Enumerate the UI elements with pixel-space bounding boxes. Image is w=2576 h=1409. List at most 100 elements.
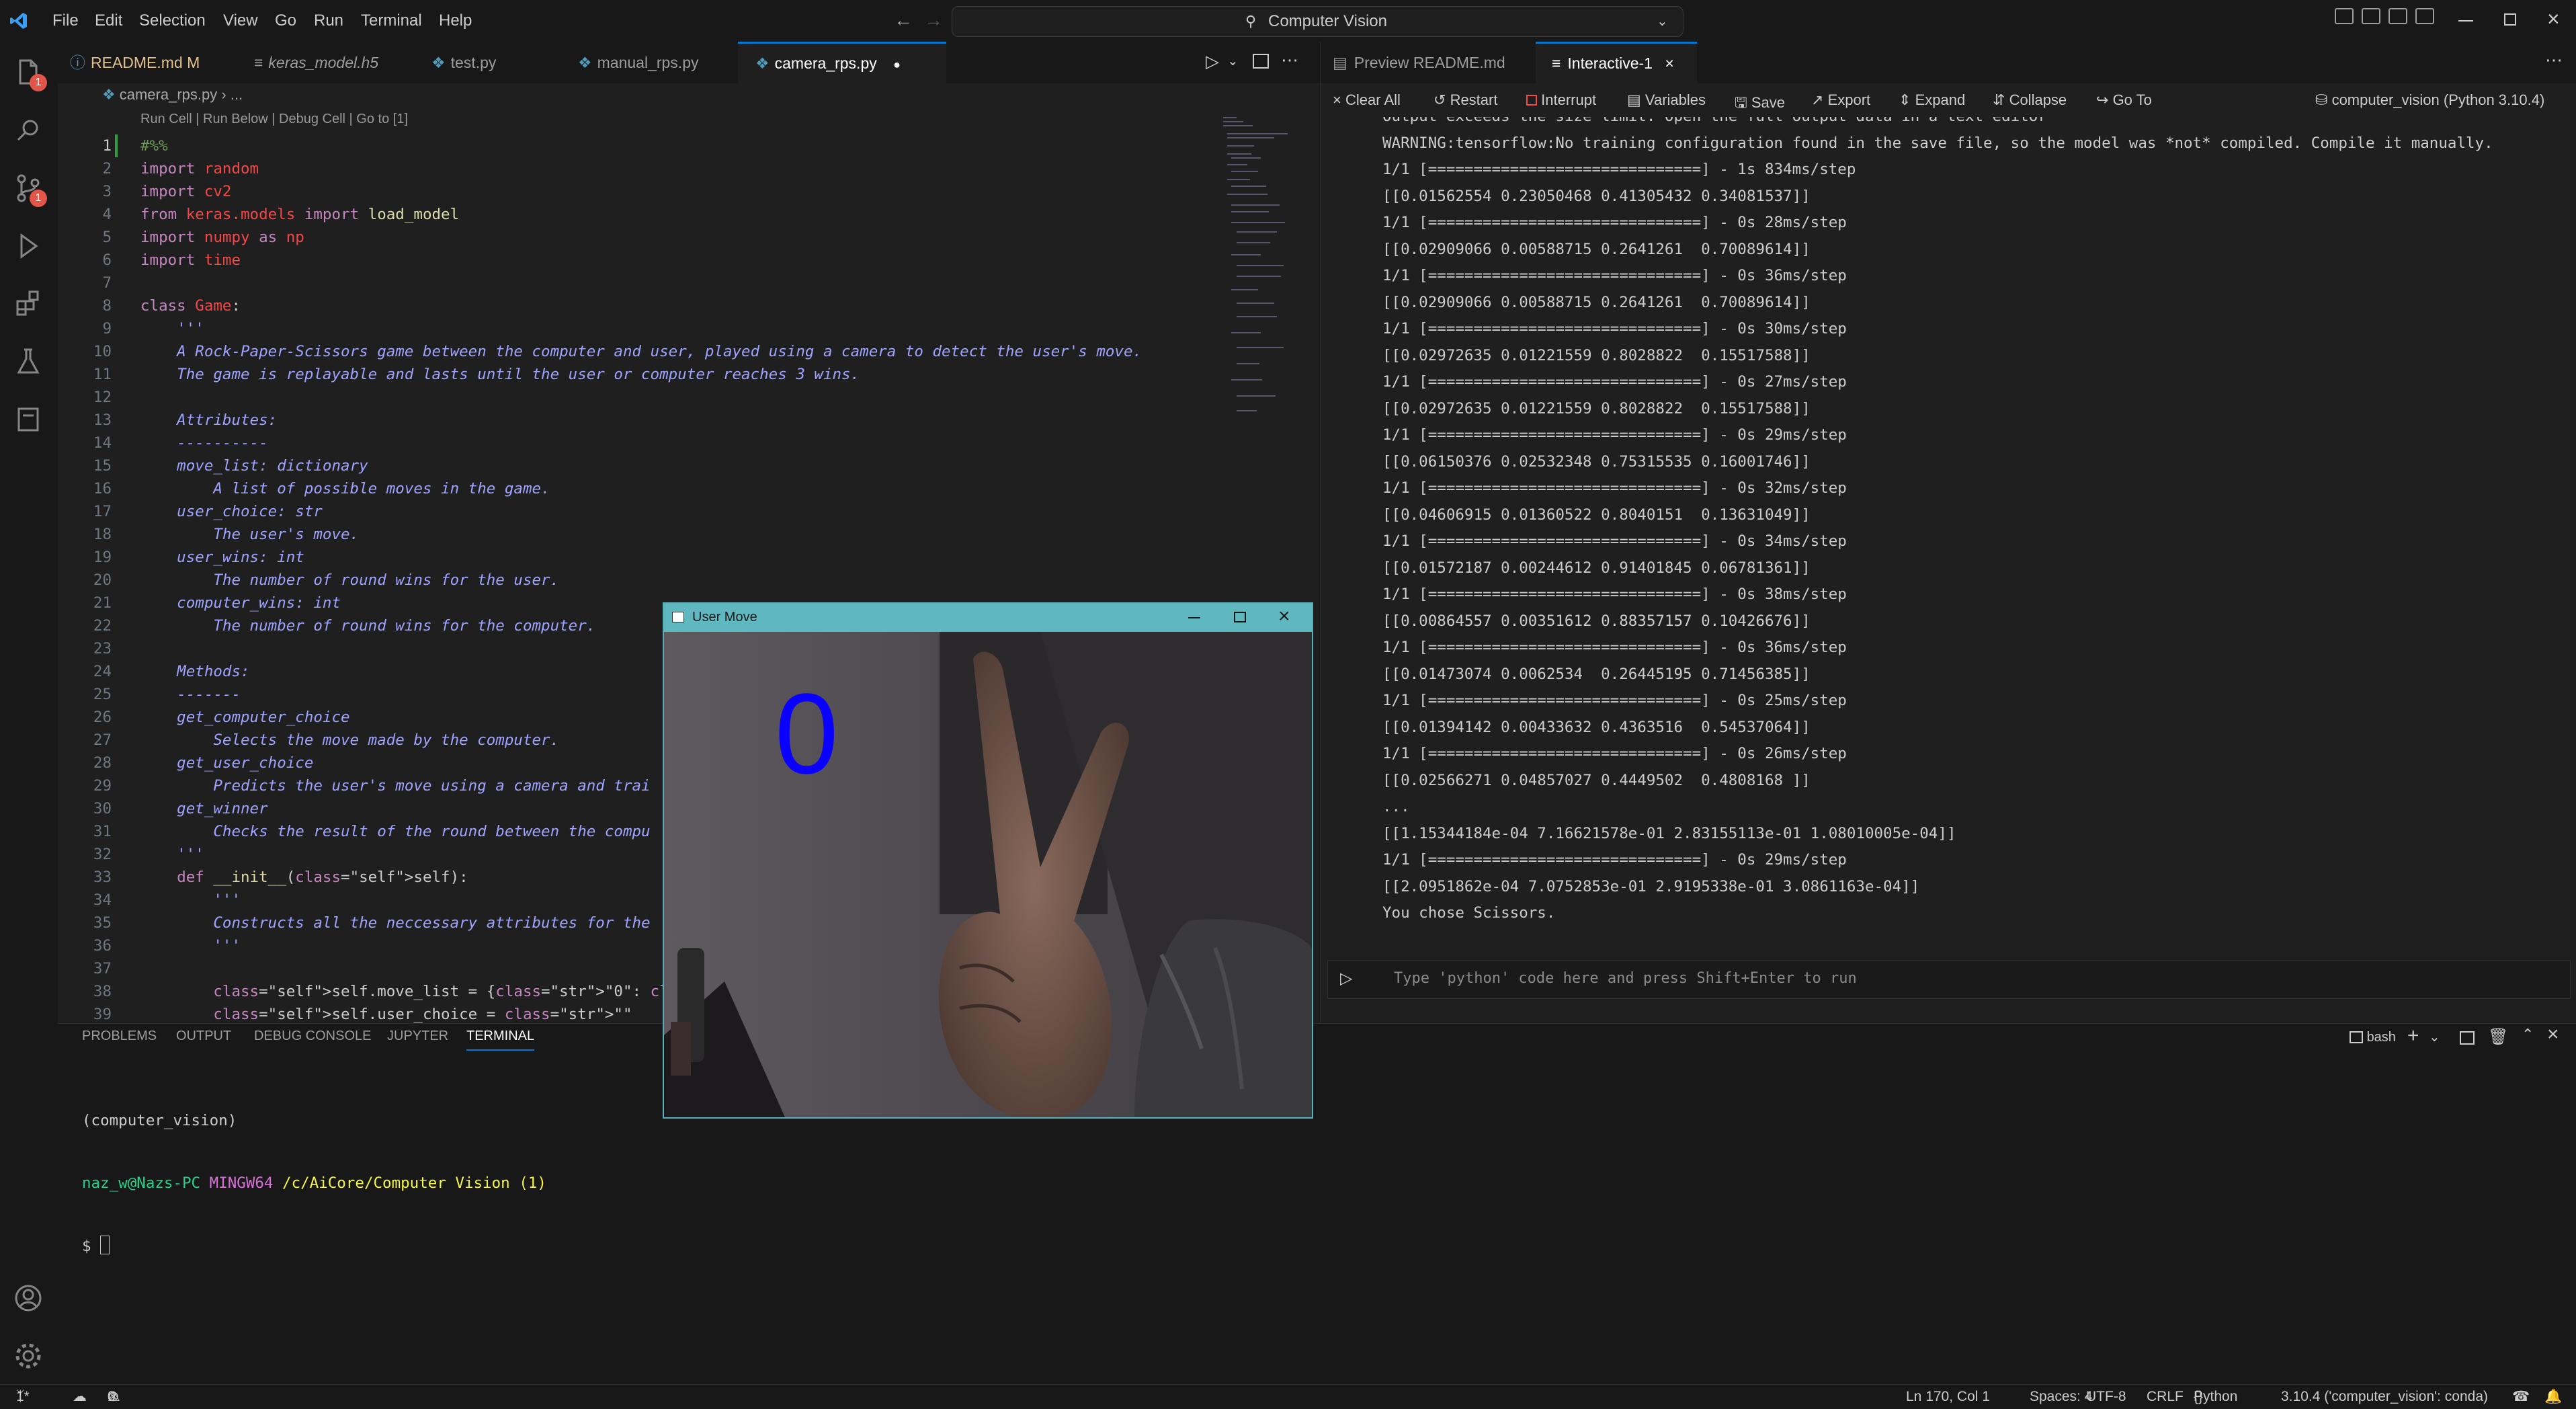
forward-arrow-icon[interactable]: → [924,9,943,31]
export-label: Export [1827,91,1871,108]
menu-run[interactable]: Run [314,0,343,42]
run-debug-icon[interactable] [12,230,44,262]
explorer-icon[interactable]: 1 [12,56,47,91]
codelens[interactable]: Run Cell | Run Below | Debug Cell | Go t… [140,112,408,127]
close-icon[interactable]: × [1278,605,1290,628]
status-bar: ᛉ 1* ☁ ⊗ 0 ⚠ 0 Ln 170, Col 1 Spaces: 4 U… [0,1384,2576,1409]
menu-view[interactable]: View [223,0,258,42]
toggle-primary-sidebar-icon[interactable] [2335,8,2354,24]
end-of-line[interactable]: CRLF [2147,1385,2184,1409]
customize-layout-icon[interactable] [2415,8,2434,24]
menu-terminal[interactable]: Terminal [361,0,422,42]
tab-test-label: test.py [450,54,497,71]
tab-keras-model[interactable]: ≡ keras_model.h5 [254,42,456,83]
output-size-warning[interactable]: Output exceeds the size limit. Open the … [1382,117,2047,125]
line-number: 24 [93,663,112,680]
breadcrumb-file[interactable]: camera_rps.py [120,86,218,103]
source-control-icon[interactable]: 1 [12,172,47,207]
line-number: 4 [102,206,112,223]
unsaved-dot-icon[interactable]: ● [893,58,901,71]
code-text: The game is replayable and lasts until t… [140,366,860,383]
go-to-button[interactable]: ↪ Go To [2096,91,2152,109]
tab-interactive-1[interactable]: ≡ Interactive-1 × [1536,42,1697,83]
close-panel-icon[interactable]: × [2547,1023,2559,1046]
camera-window[interactable]: User Move × 0 [663,602,1313,1119]
expand-button[interactable]: ⇕ Expand [1899,91,1965,109]
run-file-icon[interactable]: ▷ [1206,51,1219,72]
tab-preview-readme[interactable]: ▤ Preview README.md [1333,42,1534,83]
menu-edit[interactable]: Edit [95,0,122,42]
cursor-position[interactable]: Ln 170, Col 1 [1906,1385,1990,1409]
variables-button[interactable]: ▤ Variables [1627,91,1706,109]
close-tab-icon[interactable]: × [1665,54,1673,72]
search-icon[interactable] [12,114,44,147]
more-actions-icon[interactable]: ⋯ [2545,50,2563,71]
back-arrow-icon[interactable]: ← [894,9,913,31]
kernel-picker[interactable]: ⛁ computer_vision (Python 3.10.4) [2315,91,2544,109]
command-center[interactable]: ⚲ Computer Vision ⌄ [952,6,1684,37]
export-button[interactable]: ↗ Export [1811,91,1870,109]
terminal-shell-button[interactable]: bash [2350,1030,2396,1045]
minimize-icon[interactable] [1188,617,1200,618]
tab-debug-console[interactable]: DEBUG CONSOLE [254,1029,371,1044]
extensions-icon[interactable] [12,288,44,320]
kernel-label: computer_vision (Python 3.10.4) [2331,91,2545,108]
tab-readme[interactable]: ⓘ README.md M [70,42,272,83]
tab-manual-rps[interactable]: ❖ manual_rps.py [578,42,759,83]
tab-camera-rps[interactable]: ❖ camera_rps.py ● [738,42,946,83]
breadcrumb-separator: › [221,86,226,103]
maximize-panel-icon[interactable]: ⌃ [2522,1026,2534,1043]
menu-help[interactable]: Help [439,0,472,42]
more-actions-icon[interactable]: ⋯ [1281,50,1298,71]
feedback-icon[interactable]: ☎ [2512,1385,2530,1409]
interpreter[interactable]: 3.10.4 ('computer_vision': conda) [2281,1385,2488,1409]
menu-file[interactable]: File [52,0,79,42]
kill-terminal-trash-icon[interactable]: 🗑 [2488,1027,2508,1047]
terminal-dropdown-chevron-icon[interactable]: ⌄ [2429,1029,2440,1045]
split-editor-icon[interactable] [1253,54,1269,69]
new-terminal-icon[interactable]: + [2407,1024,2419,1047]
output-line: [[0.01562554 0.23050468 0.41305432 0.340… [1382,187,1811,205]
code-text: A list of possible moves in the game. [140,480,550,497]
run-dropdown-chevron-icon[interactable]: ⌄ [1227,52,1239,69]
breadcrumb-more[interactable]: ... [231,86,243,103]
chevron-down-icon[interactable]: ⌄ [1657,7,1668,36]
clear-all-button[interactable]: × Clear All [1333,91,1401,109]
run-cell-icon[interactable]: ▷ [1340,969,1352,988]
terminal-output[interactable]: (computer_vision) naz_w@Nazs-PC MINGW64 … [82,1069,546,1278]
output-line: [[0.01473074 0.0062534 0.26445195 0.7145… [1382,665,1811,683]
line-number: 17 [93,503,112,520]
indentation[interactable]: Spaces: 4 [2030,1385,2092,1409]
close-icon[interactable]: × [2547,7,2560,32]
restart-button[interactable]: ↺ Restart [1434,91,1497,109]
warnings-count: 0 [108,1389,116,1404]
tab-output[interactable]: OUTPUT [176,1029,231,1044]
notifications-bell-icon[interactable]: 🔔 [2544,1385,2562,1409]
file-lines-icon: ≡ [254,54,263,71]
cell-input[interactable]: ▷ Type 'python' code here and press Shif… [1327,960,2571,999]
account-icon[interactable] [12,1282,44,1314]
tab-test-py[interactable]: ❖ test.py [431,42,579,83]
save-button[interactable]: 🖫 Save [1735,91,1785,117]
menu-go[interactable]: Go [275,0,296,42]
maximize-icon[interactable] [1234,612,1246,622]
tab-problems[interactable]: PROBLEMS [82,1029,157,1044]
collapse-button[interactable]: ⇵ Collapse [1993,91,2067,109]
jupyter-icon[interactable] [12,403,44,436]
tab-terminal[interactable]: TERMINAL [466,1029,535,1051]
settings-gear-icon[interactable] [12,1340,44,1372]
restore-icon[interactable] [2504,13,2516,26]
testing-icon[interactable] [12,346,44,378]
tab-camera-label: camera_rps.py [774,54,877,72]
menu-selection[interactable]: Selection [139,0,206,42]
tab-jupyter[interactable]: JUPYTER [387,1029,448,1044]
camera-window-titlebar[interactable]: User Move × [664,604,1312,632]
minimize-icon[interactable] [2458,20,2473,22]
minimap[interactable] [1223,110,1297,426]
encoding[interactable]: UTF-8 [2086,1385,2126,1409]
split-terminal-icon[interactable] [2460,1031,2475,1045]
interrupt-button[interactable]: Interrupt [1526,91,1596,109]
sync-icon[interactable]: ☁ [73,1385,87,1409]
toggle-secondary-sidebar-icon[interactable] [2388,8,2407,24]
toggle-panel-icon[interactable] [2362,8,2380,24]
